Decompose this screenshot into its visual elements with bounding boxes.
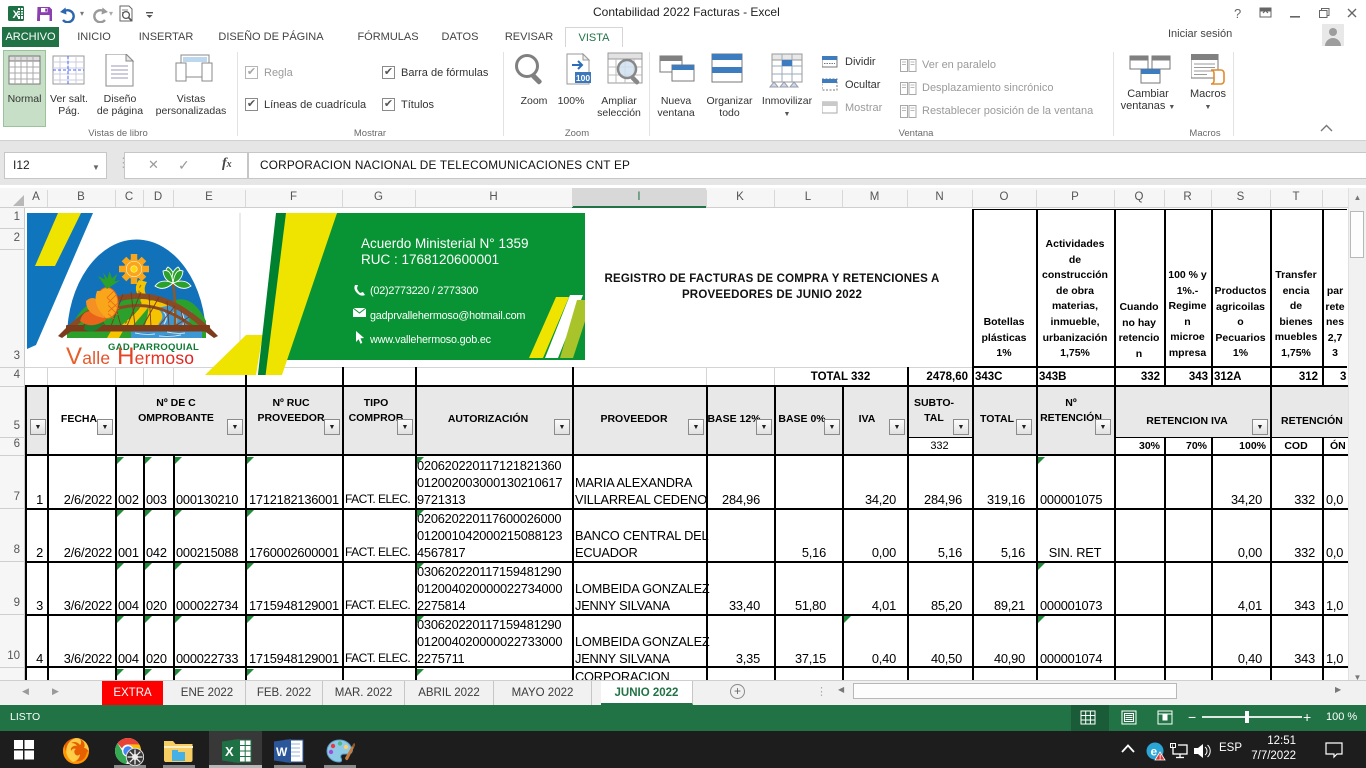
svg-text:Valle Hermoso: Valle Hermoso	[66, 343, 194, 370]
svg-text:100: 100	[576, 73, 590, 83]
svg-text:X: X	[225, 744, 234, 759]
svg-text:▾: ▾	[80, 9, 84, 18]
svg-text:gadprvallehermoso@hotmail.com: gadprvallehermoso@hotmail.com	[370, 310, 525, 322]
svg-text:RUC : 1768120600001: RUC : 1768120600001	[361, 252, 499, 267]
svg-text:Acuerdo Ministerial N° 1359: Acuerdo Ministerial N° 1359	[361, 236, 528, 251]
svg-text:▾: ▾	[109, 9, 113, 18]
svg-text:!: !	[1159, 755, 1161, 762]
svg-text:e: e	[1151, 745, 1158, 759]
svg-text:?: ?	[1234, 6, 1241, 21]
svg-text:W: W	[276, 745, 288, 759]
svg-text:www.vallehermoso.gob.ec: www.vallehermoso.gob.ec	[369, 334, 492, 346]
svg-text:(02)2773220 / 2773300: (02)2773220 / 2773300	[370, 285, 478, 297]
